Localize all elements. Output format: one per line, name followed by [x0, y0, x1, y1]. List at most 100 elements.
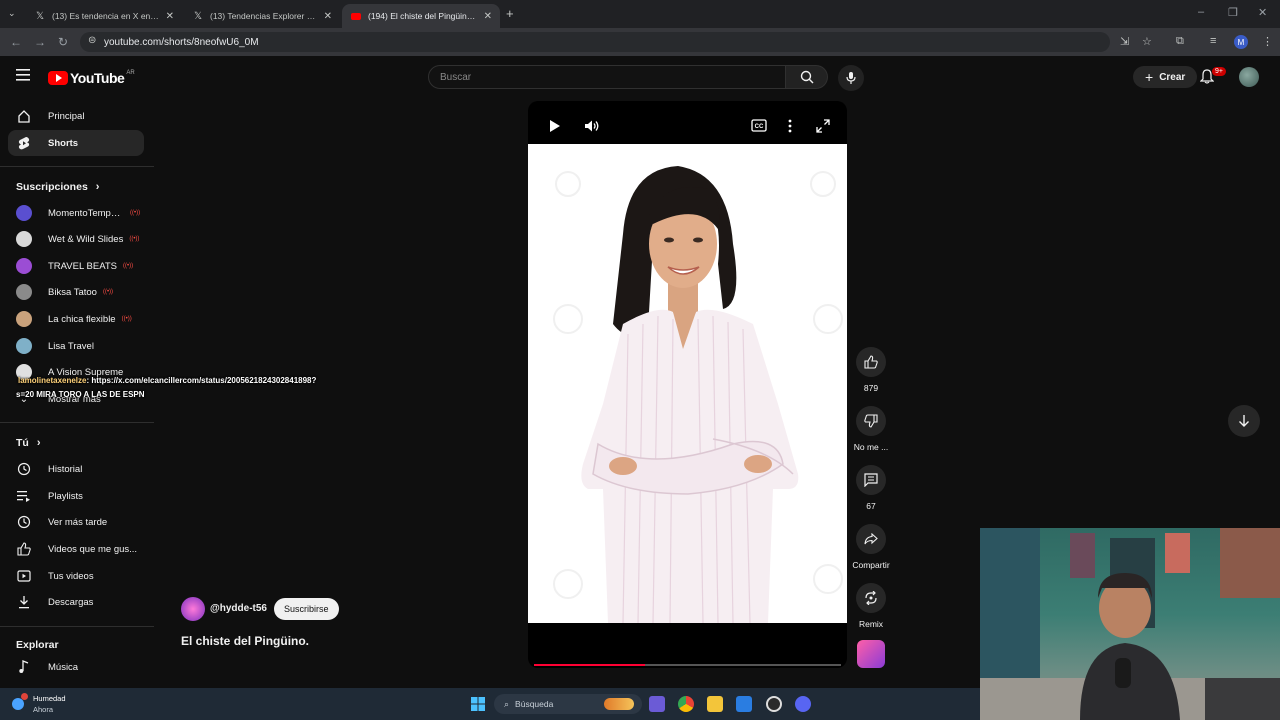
profile-avatar[interactable]: M	[1234, 35, 1248, 49]
browser-tab-1[interactable]: 𝕏 (13) Es tendencia en X en X: "# ✕	[26, 4, 182, 28]
next-short-button[interactable]	[1228, 405, 1260, 437]
svg-text:CC: CC	[755, 124, 764, 130]
obs-icon[interactable]	[766, 696, 782, 712]
file-explorer-icon[interactable]	[707, 696, 723, 712]
url-text: youtube.com/shorts/8neofwU6_0M	[104, 36, 259, 48]
subscription-item[interactable]: MomentoTempu... ((•))	[8, 200, 148, 226]
tab-list-icon[interactable]: ⌄	[8, 8, 16, 19]
captions-icon[interactable]: CC	[751, 119, 767, 137]
video-frame[interactable]	[528, 144, 847, 624]
subscription-item[interactable]: Lisa Travel	[8, 333, 148, 359]
discord-icon[interactable]	[795, 696, 811, 712]
channel-name: MomentoTempu...	[48, 207, 124, 219]
share-button[interactable]: Compartir	[847, 524, 895, 570]
close-window-icon[interactable]: ✕	[1258, 6, 1267, 19]
subscription-item[interactable]: Biksa Tatoo ((•))	[8, 279, 148, 305]
browser-menu-icon[interactable]: ⋮	[1262, 35, 1273, 48]
music-icon	[16, 660, 32, 674]
hamburger-menu-icon[interactable]	[16, 68, 32, 87]
play-icon[interactable]	[549, 119, 561, 138]
comments-button[interactable]: 67	[847, 465, 895, 511]
more-options-icon[interactable]	[788, 119, 792, 138]
taskbar-search-field[interactable]: ⌕ Búsqueda	[494, 694, 642, 714]
youtube-favicon-icon	[350, 10, 362, 22]
heading-label: Suscripciones	[16, 181, 88, 193]
search-input[interactable]: Buscar	[428, 65, 786, 89]
like-count: 879	[863, 383, 879, 393]
channel-name: Biksa Tatoo	[48, 286, 97, 298]
close-tab-icon[interactable]: ✕	[166, 11, 174, 22]
back-icon[interactable]: ←	[10, 35, 22, 49]
subscriptions-heading[interactable]: Suscripciones ›	[16, 181, 99, 193]
subscribe-button[interactable]: Suscribirse	[274, 598, 339, 620]
progress-fill	[534, 664, 645, 666]
sidebar-item-downloads[interactable]: Descargas	[8, 589, 144, 615]
sidebar-item-music[interactable]: Música	[8, 654, 144, 680]
stream-chat-overlay-line2: s=20 MIRA TORO A LAS DE ESPN	[16, 390, 145, 399]
your-videos-icon	[16, 570, 32, 582]
subscription-item[interactable]: TRAVEL BEATS ((•))	[8, 253, 148, 279]
minimize-icon[interactable]: –	[1198, 6, 1204, 18]
media-controls-icon[interactable]: ≡	[1210, 35, 1216, 47]
sidebar-item-principal[interactable]: Principal	[8, 103, 144, 129]
downloads-icon	[16, 595, 32, 609]
close-tab-icon[interactable]: ✕	[484, 11, 492, 22]
tab-title: (13) Tendencias Explorer en X: "	[210, 11, 318, 21]
voice-search-button[interactable]	[838, 65, 864, 91]
site-info-icon[interactable]: ⊜	[88, 35, 96, 46]
search-button[interactable]	[786, 65, 828, 89]
maximize-icon[interactable]: ❐	[1228, 6, 1238, 19]
windows-start-icon[interactable]	[470, 696, 486, 712]
taskbar-search-placeholder: Búsqueda	[515, 699, 554, 709]
volume-icon[interactable]	[584, 119, 600, 138]
sidebar-item-watch-later[interactable]: Ver más tarde	[8, 509, 144, 535]
sidebar-item-liked-videos[interactable]: Videos que me gus...	[8, 536, 144, 562]
dislike-button[interactable]: No me ...	[847, 406, 895, 452]
url-field[interactable]: ⊜ youtube.com/shorts/8neofwU6_0M	[80, 32, 1110, 52]
sidebar-item-shorts[interactable]: Shorts	[8, 130, 144, 156]
comments-count: 67	[866, 501, 876, 511]
weather-icon[interactable]	[12, 698, 24, 710]
weather-subtitle: Ahora	[33, 705, 54, 714]
fullscreen-icon[interactable]	[816, 119, 830, 138]
sidebar-item-historial[interactable]: Historial	[8, 456, 144, 482]
tab-title: (194) El chiste del Pingüino. - Y	[368, 11, 478, 21]
remix-button[interactable]: Remix	[847, 583, 895, 629]
live-indicator-icon: ((•))	[121, 316, 132, 322]
notifications-badge: 9+	[1212, 67, 1226, 76]
liked-icon	[16, 542, 32, 556]
subscription-item[interactable]: Wet & Wild Slides ((•))	[8, 226, 148, 252]
subscription-item[interactable]: La chica flexible ((•))	[8, 306, 148, 332]
channel-avatar[interactable]	[181, 597, 205, 621]
reload-icon[interactable]: ↻	[58, 35, 68, 49]
sidebar-item-label: Historial	[48, 463, 83, 475]
like-button[interactable]: 879	[847, 347, 895, 393]
channel-avatar	[16, 338, 32, 354]
sound-thumbnail[interactable]	[857, 640, 885, 668]
share-label: Compartir	[852, 560, 890, 570]
create-button[interactable]: + Crear	[1133, 66, 1198, 88]
youtube-play-icon	[48, 71, 68, 85]
you-heading[interactable]: Tú ›	[16, 437, 41, 449]
task-view-icon[interactable]	[649, 696, 665, 712]
account-avatar[interactable]	[1239, 67, 1259, 87]
forward-icon[interactable]: →	[34, 35, 46, 49]
weather-title: Humedad	[33, 694, 66, 703]
extensions-icon[interactable]: ⧉	[1176, 35, 1184, 48]
sidebar-item-playlists[interactable]: Playlists	[8, 483, 144, 509]
browser-tab-3[interactable]: (194) El chiste del Pingüino. - Y ✕	[342, 4, 500, 28]
shorts-player[interactable]: CC	[528, 101, 847, 668]
sidebar-item-your-videos[interactable]: Tus videos	[8, 563, 144, 589]
new-tab-icon[interactable]: +	[506, 6, 514, 21]
explore-heading: Explorar	[16, 639, 59, 651]
chrome-icon[interactable]	[678, 696, 694, 712]
youtube-logo[interactable]: YouTube AR	[48, 70, 135, 86]
channel-handle[interactable]: @hydde-t56	[210, 603, 267, 614]
windows-taskbar: Humedad Ahora ⌕ Búsqueda	[0, 688, 980, 720]
bookmark-star-icon[interactable]: ☆	[1142, 35, 1152, 48]
microsoft-store-icon[interactable]	[736, 696, 752, 712]
install-app-icon[interactable]: ⇲	[1120, 35, 1129, 48]
x-logo-icon: 𝕏	[35, 10, 45, 22]
close-tab-icon[interactable]: ✕	[324, 11, 332, 22]
browser-tab-2[interactable]: 𝕏 (13) Tendencias Explorer en X: " ✕	[184, 4, 340, 28]
